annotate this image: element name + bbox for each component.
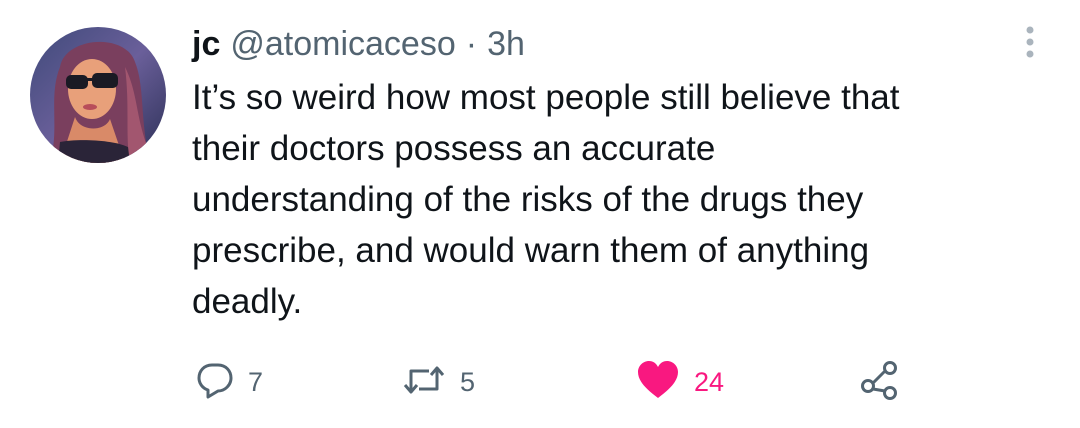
tweet-text-line: prescribe, and would warn them of anythi… bbox=[192, 231, 870, 270]
more-icon[interactable] bbox=[1018, 24, 1042, 60]
tweet-header: jc @atomicaceso · 3h bbox=[192, 22, 525, 66]
tweet-text-line: understanding of the risks of the drugs … bbox=[192, 180, 864, 219]
retweet-button[interactable]: 5 bbox=[402, 360, 475, 404]
share-icon bbox=[858, 359, 900, 406]
tweet-text: It’s so weird how most people still beli… bbox=[192, 72, 1052, 327]
tweet-text-line: their doctors possess an accurate bbox=[192, 129, 716, 168]
tweet-text-line: deadly. bbox=[192, 282, 303, 321]
avatar[interactable] bbox=[30, 27, 166, 163]
tweet: jc @atomicaceso · 3h It’s so weird how m… bbox=[0, 0, 1080, 428]
reply-button[interactable]: 7 bbox=[196, 360, 263, 404]
author-name[interactable]: jc bbox=[192, 22, 220, 66]
retweet-count: 5 bbox=[460, 366, 476, 397]
reply-count: 7 bbox=[248, 366, 264, 397]
avatar-image bbox=[30, 27, 166, 163]
like-count: 24 bbox=[694, 366, 725, 397]
heart-icon bbox=[636, 360, 680, 405]
like-button[interactable]: 24 bbox=[636, 360, 724, 404]
header-separator: · bbox=[465, 25, 478, 63]
author-handle[interactable]: @atomicaceso bbox=[230, 22, 455, 66]
retweet-icon bbox=[402, 361, 446, 404]
tweet-text-line: It’s so weird how most people still beli… bbox=[192, 78, 900, 117]
reply-icon bbox=[196, 361, 234, 404]
share-button[interactable] bbox=[858, 360, 900, 404]
timestamp[interactable]: 3h bbox=[487, 22, 525, 66]
